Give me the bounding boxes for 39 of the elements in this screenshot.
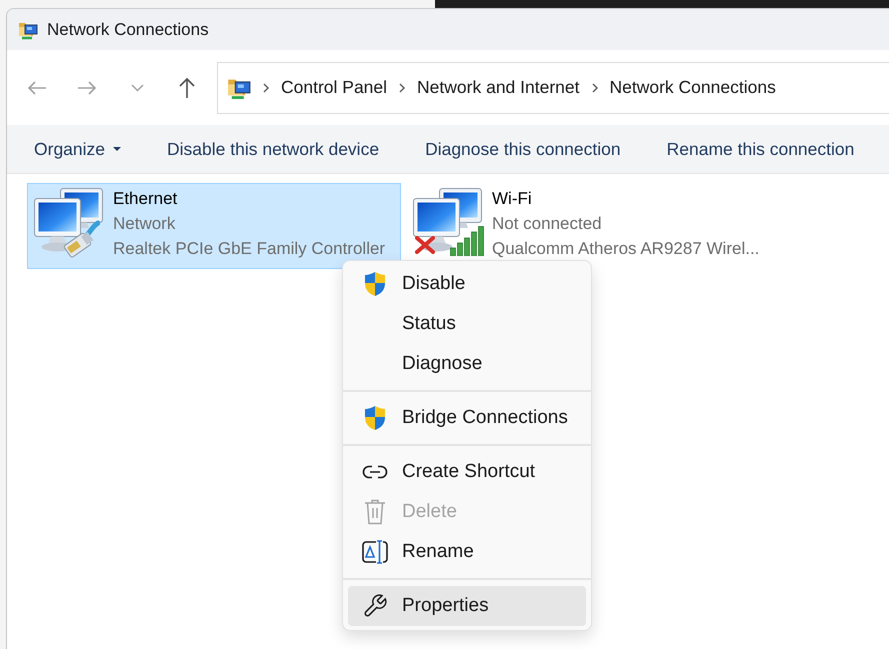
breadcrumb-item[interactable]: Network Connections [610, 77, 776, 98]
connection-name: Ethernet [113, 188, 178, 210]
menu-item[interactable]: Bridge Connections [348, 398, 586, 438]
menu-item[interactable]: Status [348, 304, 586, 344]
window-title: Network Connections [47, 20, 209, 40]
rename-icon [362, 540, 388, 564]
breadcrumb-item[interactable]: Control Panel [281, 77, 388, 98]
connection-status: Not connected [492, 213, 602, 235]
menu-button[interactable]: Organize [22, 132, 134, 166]
menu-item[interactable]: Diagnose [348, 344, 586, 384]
shield-icon [364, 405, 386, 431]
toolbar-button[interactable]: Disable this network device [155, 132, 392, 166]
network-plug-icon [62, 220, 100, 260]
toolbar-button[interactable]: Diagnose this connection [413, 132, 633, 166]
link-icon [362, 465, 388, 479]
signal-bars-icon [450, 226, 484, 256]
connection-name: Wi-Fi [492, 188, 532, 210]
shield-icon [364, 271, 386, 297]
right-arrow-icon [77, 80, 97, 96]
menu-item[interactable]: Properties [348, 586, 586, 626]
adapter-name: Qualcomm Atheros AR9287 Wirel... [492, 238, 760, 260]
connection-status: Network [113, 213, 176, 235]
trash-icon [364, 499, 386, 525]
wrench-icon [362, 593, 388, 619]
caret-icon [113, 147, 122, 151]
connection-item[interactable]: Ethernet Network Realtek PCIe GbE Family Controller [27, 183, 401, 269]
menu-item[interactable]: Rename [348, 532, 586, 572]
left-arrow-icon [27, 80, 47, 96]
chevron-right-icon [592, 82, 598, 92]
adapter-name: Realtek PCIe GbE Family Controller [113, 238, 386, 260]
menu-item[interactable]: Create Shortcut [348, 452, 586, 492]
up-arrow-icon [178, 77, 196, 98]
breadcrumb-item[interactable]: Network and Internet [417, 77, 580, 98]
chevron-right-icon [263, 82, 269, 92]
address-bar[interactable]: Control Panel Network and Internet Network Connections [217, 62, 889, 114]
chevron-right-icon [399, 82, 406, 92]
toolbar-button[interactable]: Rename this connection [654, 132, 866, 166]
chevron-down-icon [130, 84, 144, 92]
computers-icon [33, 188, 105, 252]
